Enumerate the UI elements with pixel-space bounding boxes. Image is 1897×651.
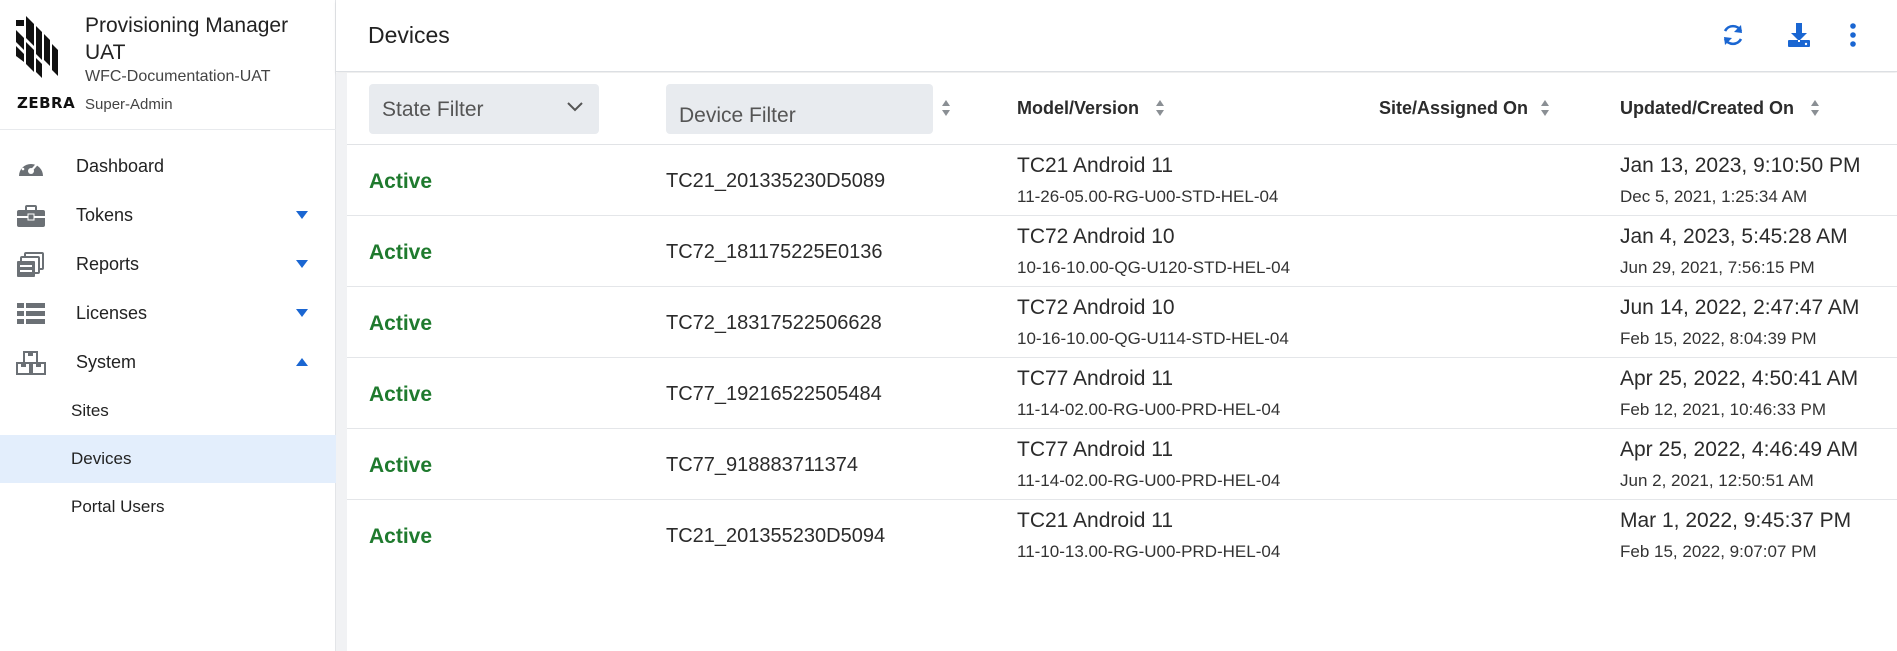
sidebar-item-label: Licenses [76,303,148,323]
device-state: Active [369,525,433,548]
sort-icon[interactable] [1155,99,1165,117]
table-row[interactable]: Active TC21_201335230D5089 TC21 Android … [347,145,1897,216]
app-title: Provisioning Manager UAT [85,14,289,64]
sort-icon[interactable] [941,99,951,117]
chevron-down-icon[interactable] [296,211,308,219]
sidebar-item-tokens[interactable]: Tokens [0,191,336,240]
table-row[interactable]: Active TC72_18317522506628 TC72 Android … [347,287,1897,358]
device-id: TC77_918883711374 [666,454,859,476]
device-model: TC77 Android 11 [1017,367,1174,390]
chevron-down-icon[interactable] [296,309,308,317]
device-id: TC21_201335230D5089 [666,170,886,192]
logo-wordmark: ZEBRA [17,94,76,112]
device-version: 11-14-02.00-RG-U00-PRD-HEL-04 [1017,400,1281,419]
content-gutter [336,73,347,651]
reports-stack-icon [17,252,44,277]
device-version: 11-14-02.00-RG-U00-PRD-HEL-04 [1017,471,1281,490]
table-row[interactable]: Active TC77_19216522505484 TC77 Android … [347,358,1897,429]
chevron-down-icon[interactable] [296,260,308,268]
column-header-updated-created[interactable]: Updated/Created On [1620,98,1794,119]
sidebar-item-label: Dashboard [76,156,165,176]
sidebar-subitem-label: Sites [71,401,109,420]
state-filter-label: State Filter [382,98,484,121]
user-role: Super-Admin [85,96,173,113]
device-version: 10-16-10.00-QG-U120-STD-HEL-04 [1017,258,1291,277]
device-model: TC77 Android 11 [1017,438,1174,461]
table-header: State Filter Model/Version Site/Assigned… [347,73,1897,145]
page-title: Devices [368,22,450,48]
devices-table: State Filter Model/Version Site/Assigned… [347,73,1897,651]
zebra-logo-icon [16,16,58,78]
sidebar-subitem-sites[interactable]: Sites [0,387,336,435]
device-state: Active [369,170,433,193]
list-icon [17,303,45,324]
column-header-model-version[interactable]: Model/Version [1017,98,1139,119]
updated-on: Apr 25, 2022, 4:46:49 AM [1620,438,1859,461]
created-on: Dec 5, 2021, 1:25:34 AM [1620,187,1808,206]
device-id: TC77_19216522505484 [666,383,882,405]
brand-block: ZEBRA Provisioning Manager UAT WFC-Docum… [0,0,336,130]
table-row[interactable]: Active TC77_918883711374 TC77 Android 11… [347,429,1897,500]
updated-on: Jan 13, 2023, 9:10:50 PM [1620,154,1861,177]
sidebar-item-licenses[interactable]: Licenses [0,289,336,338]
device-version: 10-16-10.00-QG-U114-STD-HEL-04 [1017,329,1289,348]
sort-icon[interactable] [1810,99,1820,117]
device-model: TC21 Android 11 [1017,154,1174,177]
sidebar-subitem-label: Devices [71,449,132,468]
sidebar-subitem-devices[interactable]: Devices [0,435,336,483]
table-row[interactable]: Active TC72_181175225E0136 TC72 Android … [347,216,1897,287]
created-on: Feb 15, 2022, 8:04:39 PM [1620,329,1817,348]
device-state: Active [369,241,433,264]
sidebar-item-reports[interactable]: Reports [0,240,336,289]
sidebar-nav: Dashboard Tokens Reports Licenses System… [0,142,336,531]
device-model: TC72 Android 10 [1017,225,1175,248]
briefcase-icon [17,205,45,227]
sidebar-item-dashboard[interactable]: Dashboard [0,142,336,191]
created-on: Jun 2, 2021, 12:50:51 AM [1620,471,1814,490]
sidebar-subitem-label: Portal Users [71,497,165,516]
updated-on: Apr 25, 2022, 4:50:41 AM [1620,367,1859,390]
device-id: TC72_181175225E0136 [666,241,883,263]
device-version: 11-26-05.00-RG-U00-STD-HEL-04 [1017,187,1279,206]
sidebar-item-label: Tokens [76,205,134,225]
device-state: Active [369,312,433,335]
chevron-up-icon[interactable] [296,358,308,366]
device-model: TC21 Android 11 [1017,509,1174,532]
updated-on: Jan 4, 2023, 5:45:28 AM [1620,225,1848,248]
device-state: Active [369,454,433,477]
created-on: Feb 12, 2021, 10:46:33 PM [1620,400,1827,419]
dashboard-gauge-icon [19,159,43,176]
download-icon[interactable] [1784,20,1814,50]
refresh-icon[interactable] [1718,20,1748,50]
sidebar-item-label: Reports [76,254,140,274]
system-boxes-icon [16,351,46,375]
sort-icon[interactable] [1540,99,1550,117]
state-filter-select[interactable]: State Filter [369,84,599,134]
device-version: 11-10-13.00-RG-U00-PRD-HEL-04 [1017,542,1281,561]
sidebar-item-label: System [76,352,137,372]
sidebar-item-system[interactable]: System [0,338,336,387]
device-state: Active [369,383,433,406]
table-row[interactable]: Active TC21_201355230D5094 TC21 Android … [347,500,1897,571]
device-id: TC21_201355230D5094 [666,525,886,547]
created-on: Feb 15, 2022, 9:07:07 PM [1620,542,1817,561]
tenant-name: WFC-Documentation-UAT [85,68,271,85]
column-header-site-assigned[interactable]: Site/Assigned On [1379,98,1528,119]
page-header: Devices [336,0,1897,72]
updated-on: Mar 1, 2022, 9:45:37 PM [1620,509,1852,532]
chevron-down-icon [567,102,583,112]
device-model: TC72 Android 10 [1017,296,1175,319]
more-vertical-icon[interactable] [1838,20,1868,50]
device-id: TC72_18317522506628 [666,312,882,334]
created-on: Jun 29, 2021, 7:56:15 PM [1620,258,1815,277]
updated-on: Jun 14, 2022, 2:47:47 AM [1620,296,1860,319]
sidebar: ZEBRA Provisioning Manager UAT WFC-Docum… [0,0,336,651]
device-filter-input[interactable] [666,84,933,134]
sidebar-subitem-portal-users[interactable]: Portal Users [0,483,336,531]
